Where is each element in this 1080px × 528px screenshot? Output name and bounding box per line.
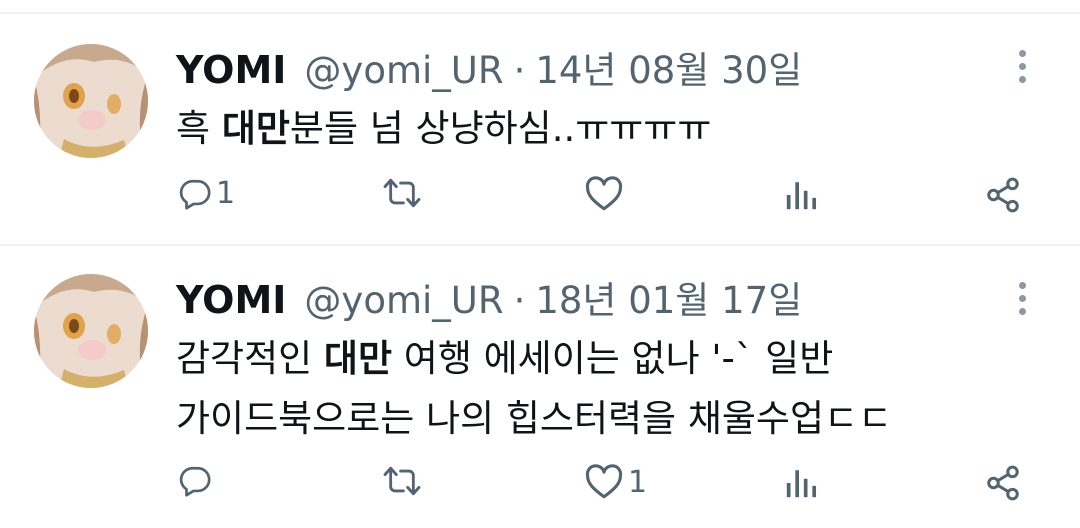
reply-icon: [179, 179, 211, 210]
heart-icon: [585, 464, 623, 499]
share-button[interactable]: [984, 464, 1022, 502]
retweet-button[interactable]: [382, 176, 422, 210]
like-button[interactable]: [584, 176, 628, 212]
share-button[interactable]: [984, 176, 1022, 214]
more-vertical-icon[interactable]: [1014, 280, 1034, 320]
views-chart-icon: [786, 470, 817, 498]
tweet-text-line: 감각적인 대만 여행 에세이는 없나 '-` 일반: [176, 328, 833, 382]
retweet-icon: [383, 178, 421, 208]
display-name[interactable]: YOMI: [176, 48, 286, 92]
tweet-text-segment: 여행 에세이는 없나 '-` 일반: [392, 337, 834, 380]
avatar[interactable]: [34, 44, 148, 158]
tweet-text-segment: 가이드북으로는 나의 힙스터력을 채울수업ㄷㄷ: [176, 397, 893, 440]
user-handle[interactable]: @yomi_UR: [304, 49, 503, 92]
retweet-button[interactable]: [382, 464, 422, 498]
avatar-image: [34, 44, 148, 158]
user-handle[interactable]: @yomi_UR: [304, 279, 503, 322]
tweet-header: YOMI @yomi_UR · 14년 08월 30일: [176, 40, 802, 92]
tweet-date[interactable]: 18년 01월 17일: [535, 270, 802, 324]
like-count: 1: [628, 464, 648, 500]
views-button[interactable]: [784, 466, 818, 500]
tweet-date[interactable]: 14년 08월 30일: [535, 40, 802, 94]
tweet-text: 흑 대만분들 넘 상냥하심..ㅠㅠㅠㅠ: [176, 98, 711, 152]
tweet-text-line: 가이드북으로는 나의 힙스터력을 채울수업ㄷㄷ: [176, 388, 892, 442]
tweet-text-segment: 분들 넘 상냥하심..ㅠㅠㅠㅠ: [289, 107, 712, 150]
tweet-header: YOMI @yomi_UR · 18년 01월 17일: [176, 270, 802, 322]
reply-count: 1: [216, 176, 236, 211]
views-chart-icon: [786, 182, 817, 210]
reply-button[interactable]: 1: [178, 176, 235, 211]
avatar-image: [34, 274, 148, 388]
tweet-text-segment: 흑: [176, 107, 222, 150]
tweet-text-highlight: 대만: [323, 337, 393, 380]
like-button[interactable]: 1: [584, 464, 647, 500]
separator-dot: ·: [513, 49, 526, 92]
tweet[interactable]: YOMI @yomi_UR · 18년 01월 17일 감각적인 대만 여행 에…: [0, 246, 1080, 528]
reply-icon: [179, 466, 211, 497]
tweet[interactable]: YOMI @yomi_UR · 14년 08월 30일 흑 대만분들 넘 상냥하…: [0, 0, 1080, 244]
tweet-text-highlight: 대만: [221, 107, 290, 150]
separator-dot: ·: [513, 279, 526, 322]
avatar[interactable]: [34, 274, 148, 388]
more-vertical-icon[interactable]: [1014, 48, 1034, 88]
share-icon: [987, 177, 1019, 213]
share-icon: [987, 465, 1019, 501]
reply-button[interactable]: [178, 464, 216, 498]
heart-icon: [585, 176, 623, 211]
tweet-text-segment: 감각적인: [176, 337, 324, 380]
views-button[interactable]: [784, 178, 818, 212]
retweet-icon: [383, 466, 421, 496]
display-name[interactable]: YOMI: [176, 278, 286, 322]
